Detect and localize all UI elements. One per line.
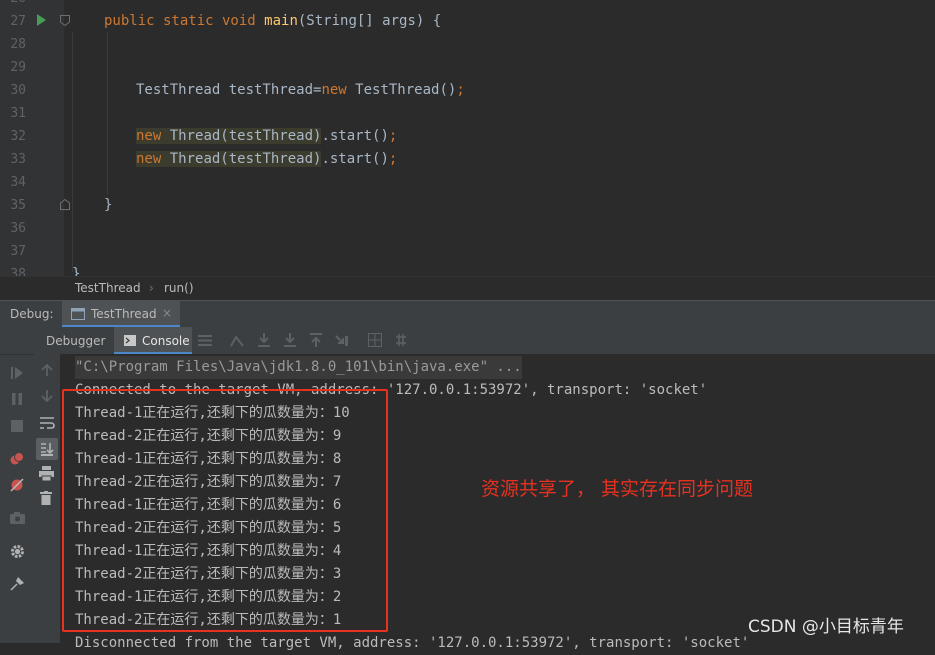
line-number: 27	[10, 14, 26, 29]
console-disconnected-line: Disconnected from the target VM, address…	[75, 635, 750, 651]
code-line-32: new Thread(testThread).start();	[136, 125, 397, 148]
breadcrumb-method[interactable]: run()	[164, 281, 194, 295]
step-into-icon[interactable]	[283, 333, 297, 347]
trace-icon[interactable]	[394, 333, 408, 347]
step-over-icon[interactable]	[257, 333, 271, 347]
console-toolbar	[34, 354, 60, 643]
line-number: 38	[10, 267, 26, 276]
evaluate-expression-icon[interactable]	[368, 333, 382, 347]
code-keyword: public static void	[104, 13, 265, 29]
line-number: 30	[10, 83, 26, 98]
code-text: .start()	[321, 128, 389, 144]
code-line-27: public static void main(String[] args) {	[104, 10, 441, 33]
line-number: 28	[10, 37, 26, 52]
code-keyword: new	[136, 151, 162, 167]
code-semicolon: ;	[388, 151, 398, 167]
tab-testthread[interactable]: TestThread ×	[62, 301, 180, 327]
code-text: TestThread testThread=	[136, 82, 322, 98]
pin-icon[interactable]	[10, 577, 24, 591]
line-number: 34	[10, 175, 26, 190]
code-keyword: new	[321, 82, 347, 98]
code-line-30: TestThread testThread=new TestThread();	[136, 79, 465, 102]
tab-debugger[interactable]: Debugger	[46, 334, 105, 348]
up-arrow-icon[interactable]	[41, 364, 53, 376]
console-tab-icon	[71, 308, 85, 320]
line-number: 31	[10, 106, 26, 121]
debug-label: Debug:	[10, 307, 54, 321]
soft-wrap-icon[interactable]	[39, 416, 55, 430]
code-keyword: new	[136, 128, 162, 144]
code-highlight: Thread(testThread)	[161, 128, 322, 144]
down-arrow-icon[interactable]	[41, 390, 53, 402]
camera-icon[interactable]	[10, 512, 25, 524]
console-icon	[124, 335, 136, 346]
breadcrumb: TestThread › run()	[0, 276, 935, 300]
stop-icon[interactable]	[11, 420, 23, 432]
code-semicolon: ;	[388, 128, 398, 144]
annotation-text: 资源共享了， 其实存在同步问题	[481, 478, 754, 500]
scroll-to-end-toggle[interactable]	[36, 438, 58, 460]
code-line-33: new Thread(testThread).start();	[136, 148, 397, 171]
show-execution-point-icon[interactable]	[230, 334, 244, 347]
line-number: 36	[10, 221, 26, 236]
annotation-highlight-box	[62, 389, 388, 632]
indent-guide	[107, 32, 108, 194]
close-icon[interactable]: ×	[162, 306, 172, 320]
breadcrumb-class[interactable]: TestThread	[75, 281, 141, 295]
code-method-name: main	[264, 13, 298, 29]
run-gutter-icon[interactable]	[36, 14, 46, 26]
line-number: 33	[10, 152, 26, 167]
line-number: 32	[10, 129, 26, 144]
tab-console[interactable]: Console	[114, 327, 192, 354]
line-number: 35	[10, 198, 26, 213]
code-line-38: }	[72, 266, 81, 276]
line-number: 26	[0, 0, 26, 10]
watermark: CSDN @小目标青年	[748, 617, 904, 637]
breadcrumb-separator: ›	[149, 281, 154, 295]
code-text: (String[] args) {	[297, 13, 442, 29]
print-icon[interactable]	[39, 466, 54, 481]
line-number: 29	[10, 60, 26, 75]
console-command-line: "C:\Program Files\Java\jdk1.8.0_101\bin\…	[75, 356, 522, 379]
code-highlight: Thread(testThread)	[161, 151, 322, 167]
step-out-icon[interactable]	[309, 333, 323, 347]
debug-left-toolbar	[0, 327, 35, 643]
view-breakpoints-icon[interactable]	[10, 452, 24, 466]
run-to-cursor-icon[interactable]	[335, 333, 349, 347]
pause-icon[interactable]	[11, 393, 23, 405]
scroll-to-end-icon	[41, 443, 54, 456]
code-editor[interactable]: 26 27 28 29 30 31 32 33 34 35 36 37 38 p…	[0, 0, 935, 276]
fold-marker-icon[interactable]	[60, 199, 70, 210]
debug-tool-window-header: Debug: TestThread ×	[0, 300, 935, 327]
code-line-35: }	[104, 197, 113, 213]
indent-guide	[72, 32, 73, 272]
debug-subtab-bar: Debugger Console	[0, 327, 935, 355]
fold-marker-icon[interactable]	[60, 15, 70, 26]
code-text: .start()	[321, 151, 389, 167]
code-text: TestThread()	[346, 82, 457, 98]
trash-icon[interactable]	[40, 491, 52, 505]
resume-icon[interactable]	[11, 367, 23, 379]
menu-icon[interactable]	[198, 335, 212, 346]
code-semicolon: ;	[456, 82, 465, 98]
line-number: 37	[10, 244, 26, 259]
tab-label: TestThread	[91, 307, 157, 321]
tab-console-label: Console	[142, 334, 190, 348]
gear-icon[interactable]	[10, 544, 25, 559]
mute-breakpoints-icon[interactable]	[10, 478, 24, 492]
